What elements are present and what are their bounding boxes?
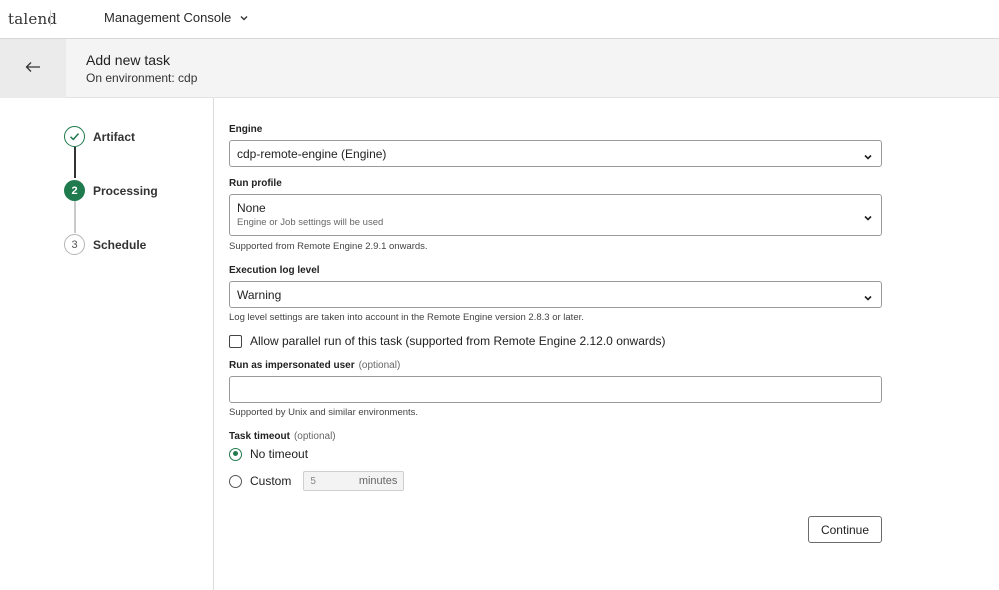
- engine-label: Engine: [229, 124, 263, 135]
- log-level-select[interactable]: Warning: [229, 281, 882, 308]
- arrow-left-icon: [25, 60, 41, 78]
- log-level-value: Warning: [237, 288, 282, 302]
- custom-timeout-input[interactable]: 5 minutes: [303, 471, 405, 491]
- optional-tag: (optional): [293, 431, 336, 442]
- no-timeout-radio[interactable]: [229, 447, 242, 461]
- step-connector: [74, 201, 76, 233]
- app-switcher-dropdown[interactable]: Management Console: [104, 10, 249, 25]
- custom-timeout-radio[interactable]: [229, 474, 242, 488]
- no-timeout-label: No timeout: [250, 447, 309, 461]
- top-bar: talend Management Console: [0, 0, 999, 39]
- task-stepper: Artifact 2 Processing 3 Schedule: [0, 98, 214, 590]
- run-profile-hint: Supported from Remote Engine 2.9.1 onwar…: [229, 241, 428, 252]
- logo-divider: [50, 10, 51, 26]
- chevron-down-icon: [863, 210, 873, 228]
- engine-value: cdp-remote-engine (Engine): [237, 147, 387, 161]
- impersonated-user-input[interactable]: [229, 376, 882, 403]
- step-schedule[interactable]: 3 Schedule: [64, 234, 146, 255]
- back-button[interactable]: [0, 39, 66, 98]
- run-profile-label: Run profile: [229, 178, 282, 189]
- log-level-hint: Log level settings are taken into accoun…: [229, 312, 584, 323]
- engine-select[interactable]: cdp-remote-engine (Engine): [229, 140, 882, 167]
- step-number: 3: [64, 234, 85, 255]
- page-title: Add new task: [86, 52, 171, 68]
- chevron-down-icon: [863, 149, 873, 167]
- custom-timeout-label: Custom: [250, 474, 292, 488]
- parallel-run-option[interactable]: Allow parallel run of this task (support…: [229, 334, 666, 348]
- page-subtitle: On environment: cdp: [86, 71, 198, 85]
- parallel-run-checkbox[interactable]: [229, 334, 242, 348]
- step-label: Schedule: [93, 237, 147, 252]
- page-header: Add new task On environment: cdp: [0, 39, 999, 98]
- impersonated-user-label-text: Run as impersonated user: [229, 360, 355, 371]
- continue-button[interactable]: Continue: [808, 516, 882, 543]
- run-profile-value: None: [237, 201, 266, 215]
- step-processing[interactable]: 2 Processing: [64, 180, 158, 201]
- impersonated-user-label: Run as impersonated user (optional): [229, 360, 400, 371]
- task-timeout-label-text: Task timeout: [229, 431, 290, 442]
- task-timeout-label: Task timeout (optional): [229, 431, 336, 442]
- step-artifact[interactable]: Artifact: [64, 126, 135, 147]
- step-number: 2: [64, 180, 85, 201]
- log-level-label: Execution log level: [229, 265, 320, 276]
- custom-timeout-unit: minutes: [358, 475, 398, 487]
- app-name: Management Console: [104, 10, 232, 25]
- custom-timeout-option[interactable]: Custom 5 minutes: [229, 471, 405, 491]
- step-connector: [74, 147, 76, 178]
- chevron-down-icon: [239, 13, 249, 23]
- chevron-down-icon: [863, 290, 873, 308]
- check-icon: [64, 126, 85, 147]
- step-label: Artifact: [93, 129, 136, 144]
- custom-timeout-value: 5: [310, 475, 316, 487]
- parallel-run-label: Allow parallel run of this task (support…: [250, 334, 666, 348]
- optional-tag: (optional): [358, 360, 401, 371]
- step-label: Processing: [93, 183, 158, 198]
- no-timeout-option[interactable]: No timeout: [229, 447, 308, 461]
- run-profile-select[interactable]: None Engine or Job settings will be used: [229, 194, 882, 236]
- run-profile-description: Engine or Job settings will be used: [237, 217, 384, 228]
- impersonated-user-hint: Supported by Unix and similar environmen…: [229, 407, 419, 418]
